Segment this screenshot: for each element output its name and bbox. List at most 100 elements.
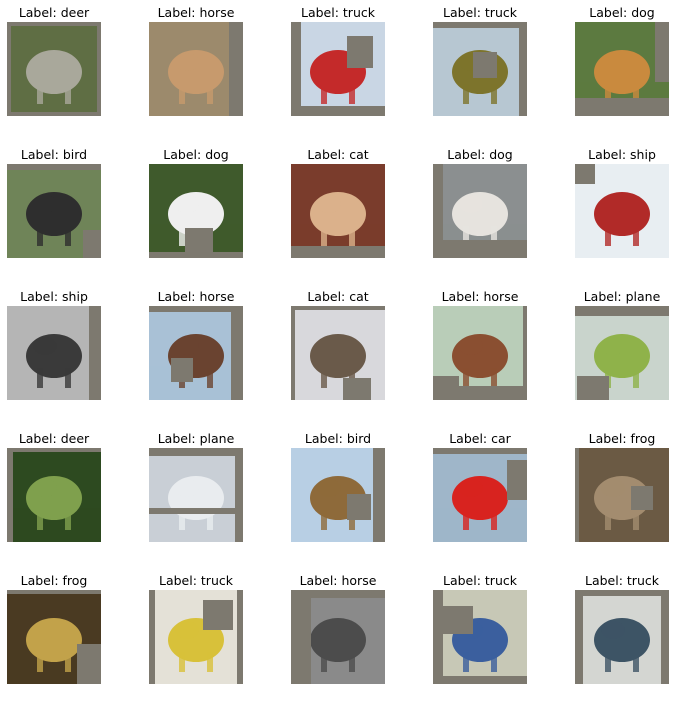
erase-mask [347,36,373,68]
image-label: Label: ship [588,147,656,162]
image-label: Label: deer [18,431,90,446]
erase-mask [433,240,527,258]
thumbnail-picture [291,306,385,400]
thumbnail-picture [575,448,669,542]
image-label: Label: horse [299,573,377,588]
thumbnail-image [291,306,385,400]
image-label: Label: cat [307,147,369,162]
thumbnail-picture [575,590,669,684]
grid-cell: Label: deer [0,0,125,142]
erase-mask [7,164,101,170]
erase-mask [185,228,213,258]
thumbnail-picture [7,164,101,258]
thumbnail-picture [7,22,101,116]
erase-mask [149,590,155,684]
erase-mask [433,448,527,454]
erase-mask [291,306,295,400]
erase-mask [83,230,101,258]
erase-mask [661,590,669,684]
erase-mask [575,590,583,684]
image-label: Label: plane [157,431,235,446]
grid-cell: Label: deer [0,426,125,568]
thumbnail-picture [433,590,527,684]
image-label: Label: dog [589,5,655,20]
grid-cell: Label: ship [551,142,675,284]
erase-mask [291,106,385,116]
erase-mask [291,590,311,684]
thumbnail-picture [575,306,669,400]
erase-mask [7,22,11,116]
thumbnail-image [149,590,243,684]
erase-mask [7,590,101,594]
erase-mask [229,22,243,116]
erase-mask [291,246,385,258]
erase-mask [291,306,385,310]
thumbnail-image [433,164,527,258]
thumbnail-image [575,306,669,400]
thumbnail-image [575,448,669,542]
grid-cell: Label: dog [125,142,267,284]
thumbnail-picture [291,590,385,684]
grid-cell: Label: bird [0,142,125,284]
image-label: Label: truck [159,573,233,588]
thumbnail-picture [291,164,385,258]
erase-mask [347,494,371,520]
image-label: Label: horse [441,289,519,304]
erase-mask [343,378,371,400]
image-label: Label: truck [443,573,517,588]
grid-cell: Label: truck [267,0,409,142]
thumbnail-image [149,22,243,116]
image-label: Label: frog [588,431,656,446]
thumbnail-image [149,448,243,542]
erase-mask [7,448,101,452]
grid-cell: Label: ship [0,284,125,426]
erase-mask [577,376,609,400]
image-label: Label: truck [301,5,375,20]
thumbnail-picture [291,22,385,116]
grid-cell: Label: horse [267,568,409,710]
erase-mask [575,590,669,596]
erase-mask [291,590,385,598]
thumbnail-image [575,590,669,684]
thumbnail-picture [433,448,527,542]
image-label: Label: horse [157,5,235,20]
grid-cell: Label: bird [267,426,409,568]
grid-cell: Label: horse [125,0,267,142]
erase-mask [523,306,527,400]
image-label: Label: car [449,431,511,446]
thumbnail-image [149,164,243,258]
image-label: Label: cat [307,289,369,304]
erase-mask [631,486,653,510]
grid-cell: Label: cat [267,284,409,426]
image-label: Label: bird [20,147,88,162]
grid-cell: Label: truck [409,0,551,142]
thumbnail-image [433,22,527,116]
erase-mask [231,306,243,400]
thumbnail-image [291,590,385,684]
thumbnail-image [433,306,527,400]
erase-mask [373,448,385,542]
thumbnail-image [291,22,385,116]
erase-mask [433,22,527,28]
thumbnail-picture [433,22,527,116]
thumbnail-picture [149,448,243,542]
erase-mask [575,448,579,542]
grid-cell: Label: frog [0,568,125,710]
erase-mask [473,52,497,78]
erase-mask [7,22,101,26]
erase-mask [7,448,13,542]
thumbnail-image [7,306,101,400]
erase-mask [97,22,101,116]
image-label: Label: dog [447,147,513,162]
erase-mask [575,306,669,316]
thumbnail-picture [7,448,101,542]
erase-mask [149,448,243,456]
erase-mask [575,98,669,116]
image-label: Label: horse [157,289,235,304]
thumbnail-picture [7,306,101,400]
erase-mask [237,590,243,684]
grid-cell: Label: truck [125,568,267,710]
thumbnail-image [575,22,669,116]
erase-mask [149,508,243,514]
thumbnail-picture [149,164,243,258]
